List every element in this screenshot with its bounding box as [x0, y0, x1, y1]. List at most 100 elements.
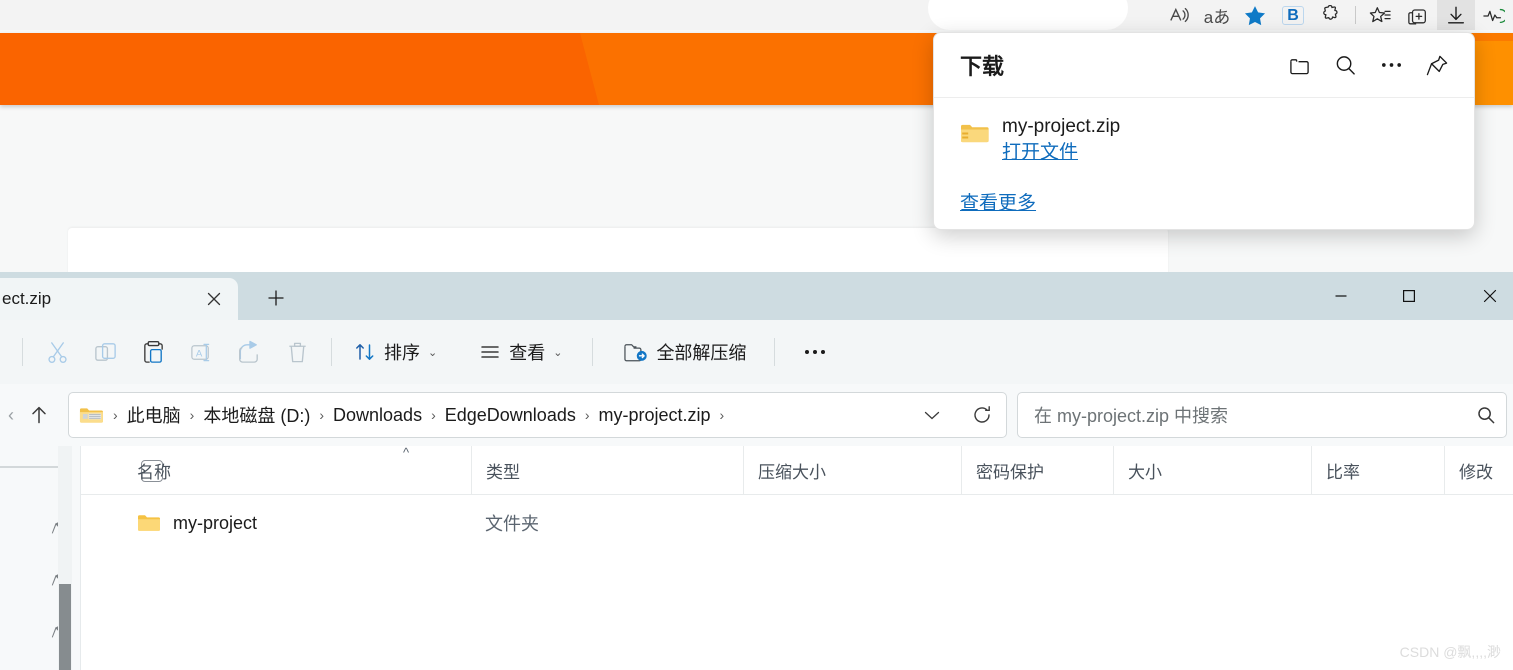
downloads-more-options-icon[interactable] [1368, 45, 1414, 85]
breadcrumb[interactable]: › 此电脑 › 本地磁盘 (D:) › Downloads › EdgeDown… [68, 392, 1007, 438]
maximize-button[interactable] [1375, 272, 1443, 320]
split-screen-icon[interactable] [1399, 0, 1437, 30]
file-list: ^ 名称 类型 压缩大小 密码保护 大小 比率 修改 my-project 文件… [81, 446, 1513, 670]
breadcrumb-item-0[interactable]: 此电脑 [121, 398, 187, 432]
navpane-scrollbar[interactable] [58, 446, 72, 670]
favorite-star-icon[interactable] [1236, 0, 1274, 30]
extract-all-label: 全部解压缩 [656, 343, 747, 363]
breadcrumb-separator: › [189, 407, 195, 423]
download-file-name: my-project.zip [1002, 116, 1121, 137]
collections-icon[interactable] [1361, 0, 1399, 30]
column-header-ratio[interactable]: 比率 [1311, 446, 1444, 494]
column-header-type-label: 类型 [486, 462, 520, 482]
table-row[interactable]: my-project 文件夹 [81, 499, 1513, 547]
explorer-address-bar: ‹ › 此电脑 › 本地磁盘 (D:) › Downloads › EdgeDo… [0, 384, 1513, 446]
browser-essentials-icon[interactable] [1475, 0, 1513, 30]
zip-folder-icon [960, 114, 994, 166]
breadcrumb-item-2[interactable]: Downloads [327, 401, 428, 430]
downloads-icon[interactable] [1437, 0, 1475, 30]
breadcrumb-dropdown-icon[interactable] [914, 397, 950, 433]
breadcrumb-separator: › [719, 407, 725, 423]
up-button[interactable] [18, 394, 60, 436]
window-controls [1307, 272, 1513, 320]
screen-root: aあ B 下载 my-project.zip 打开文件 查看更多 ect.zip… [0, 0, 1513, 670]
toolbar-divider-1 [331, 338, 332, 366]
paste-icon[interactable] [129, 330, 177, 374]
row-ratio-cell [1311, 499, 1444, 547]
search-icon[interactable] [1476, 405, 1496, 425]
sort-button[interactable]: 排序 ⌄ [342, 330, 449, 374]
column-header-ratio-label: 比率 [1326, 462, 1360, 482]
view-button[interactable]: 查看 ⌄ [467, 330, 574, 374]
download-item[interactable]: my-project.zip 打开文件 [934, 98, 1474, 166]
delete-icon[interactable] [273, 330, 321, 374]
download-item-meta: my-project.zip 打开文件 [994, 114, 1120, 166]
pin-downloads-icon[interactable] [1414, 45, 1460, 85]
column-headers: ^ 名称 类型 压缩大小 密码保护 大小 比率 修改 [81, 446, 1513, 495]
toolbar-divider-left [22, 338, 23, 366]
close-button[interactable] [1443, 272, 1513, 320]
sort-label: 排序 [384, 343, 420, 363]
breadcrumb-zip-icon [79, 404, 110, 426]
translate-icon[interactable]: aあ [1198, 0, 1236, 30]
explorer-tab-label: ect.zip [2, 289, 52, 308]
breadcrumb-separator: › [584, 407, 590, 423]
svg-text:A: A [195, 348, 202, 359]
breadcrumb-separator: › [431, 407, 436, 423]
column-header-compressed-size-label: 压缩大小 [758, 462, 826, 482]
explorer-command-bar: A 排序 ⌄ 查看 ⌄ 全部解压缩 [0, 320, 1513, 384]
back-button[interactable]: ‹ [4, 394, 18, 436]
column-header-name[interactable]: 名称 [81, 446, 471, 494]
downloads-flyout: 下载 my-project.zip 打开文件 查看更多 [933, 32, 1475, 230]
column-header-type[interactable]: 类型 [471, 446, 743, 494]
row-type-cell: 文件夹 [485, 514, 539, 534]
column-header-password-protected[interactable]: 密码保护 [961, 446, 1113, 494]
row-password-protected-cell [961, 499, 1113, 547]
read-aloud-icon[interactable] [1160, 0, 1198, 30]
downloads-flyout-header: 下载 [934, 33, 1474, 98]
row-name-label: my-project [173, 512, 258, 533]
search-downloads-icon[interactable] [1322, 45, 1368, 85]
folder-icon [137, 513, 161, 533]
column-header-modified-label: 修改 [1459, 462, 1493, 482]
rename-icon[interactable]: A [177, 330, 225, 374]
search-placeholder: 在 my-project.zip 中搜索 [1034, 406, 1229, 426]
copy-icon[interactable] [81, 330, 129, 374]
browser-window: aあ B 下载 my-project.zip 打开文件 查看更多 [0, 0, 1513, 288]
breadcrumb-separator: › [319, 407, 325, 423]
more-options-icon[interactable] [791, 330, 839, 374]
browser-toolbar: aあ B [0, 0, 1513, 30]
extensions-icon[interactable] [1312, 0, 1350, 30]
refresh-icon[interactable] [964, 397, 1000, 433]
extract-all-button[interactable]: 全部解压缩 [611, 330, 758, 374]
navpane-scrollbar-thumb[interactable] [59, 584, 71, 670]
navigation-pane [0, 446, 81, 670]
column-header-name-label: 名称 [137, 462, 171, 482]
new-tab-button[interactable] [256, 278, 296, 318]
chevron-down-icon: ⌄ [428, 346, 438, 359]
column-header-compressed-size[interactable]: 压缩大小 [743, 446, 961, 494]
share-icon[interactable] [225, 330, 273, 374]
open-downloads-folder-icon[interactable] [1276, 45, 1322, 85]
breadcrumb-item-3[interactable]: EdgeDownloads [439, 401, 582, 430]
open-file-link[interactable]: 打开文件 [1002, 140, 1120, 166]
column-header-modified[interactable]: 修改 [1444, 446, 1513, 494]
downloads-title: 下载 [960, 54, 1005, 79]
breadcrumb-item-1[interactable]: 本地磁盘 (D:) [197, 398, 316, 432]
row-size-cell [1113, 499, 1311, 547]
search-input[interactable]: 在 my-project.zip 中搜索 [1017, 392, 1507, 438]
chevron-down-icon: ⌄ [553, 346, 563, 359]
close-icon[interactable] [198, 283, 230, 315]
explorer-title-bar: ect.zip [0, 272, 1513, 320]
bing-copilot-icon[interactable]: B [1274, 0, 1312, 30]
breadcrumb-item-4[interactable]: my-project.zip [593, 401, 717, 430]
navpane-divider [0, 466, 58, 468]
column-header-size[interactable]: 大小 [1113, 446, 1311, 494]
explorer-tab[interactable]: ect.zip [0, 278, 238, 320]
see-more-link[interactable]: 查看更多 [934, 166, 1062, 215]
minimize-button[interactable] [1307, 272, 1375, 320]
toolbar-pill-background [928, 0, 1128, 30]
toolbar-divider [1355, 6, 1356, 24]
column-header-size-label: 大小 [1128, 462, 1162, 482]
cut-icon[interactable] [33, 330, 81, 374]
